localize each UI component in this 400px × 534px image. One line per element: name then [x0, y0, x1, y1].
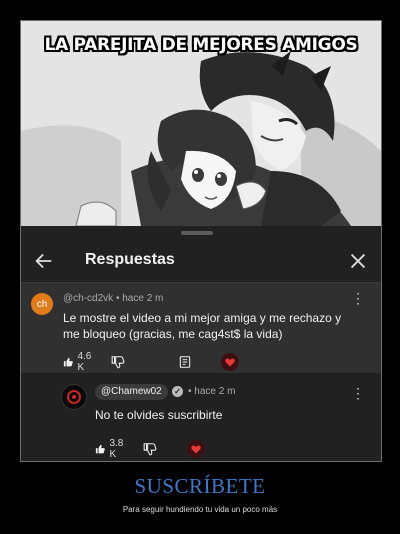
creator-heart — [221, 353, 239, 371]
comment-meta: @ch-cd2vk • hace 2 m — [63, 293, 163, 304]
heart-icon — [225, 358, 235, 367]
panel-header: Respuestas — [21, 238, 381, 282]
avatar[interactable] — [61, 384, 87, 410]
dislike-button[interactable] — [143, 440, 157, 458]
dislike-button[interactable] — [111, 353, 125, 371]
thumb-down-icon — [111, 356, 125, 369]
thumb-up-icon — [95, 444, 105, 454]
creator-avatar — [221, 353, 239, 371]
avatar[interactable]: ch — [31, 293, 53, 315]
comment-time: hace 2 m — [122, 293, 164, 304]
comment-text: No te olvides suscribirte — [95, 408, 223, 422]
meme-image: LA PAREJITA DE MEJORES AMIGOS — [21, 21, 381, 226]
verified-icon: ✓ — [172, 386, 183, 397]
comment-text: Le mostre el video a mi mejor amiga y me… — [63, 311, 342, 341]
author-chip[interactable]: @Chamew02 — [95, 384, 168, 400]
comment-meta: • hace 2 m — [188, 386, 235, 397]
heart-icon — [191, 445, 201, 454]
more-options-icon[interactable]: ⋮ — [351, 386, 365, 400]
drag-handle[interactable] — [181, 231, 213, 235]
replies-panel: Respuestas ch @ch-cd2vk • hace 2 m Le mo… — [21, 226, 381, 461]
comment-time: hace 2 m — [194, 386, 236, 397]
creator-avatar — [187, 440, 205, 458]
caption-title: SUSCRÍBETE — [134, 474, 266, 498]
thumb-down-icon — [143, 443, 157, 456]
comment-item: ch @ch-cd2vk • hace 2 m Le mostre el vid… — [21, 283, 381, 373]
caption-subtitle: Para seguir hundiendo tu vida un poco má… — [122, 505, 278, 514]
comment-icon — [179, 356, 191, 368]
avatar-logo-icon — [67, 390, 81, 404]
post-frame: LA PAREJITA DE MEJORES AMIGOS Respuestas… — [20, 20, 382, 462]
reply-item: @Chamew02 ✓ • hace 2 m No te olvides sus… — [21, 374, 381, 461]
creator-heart — [187, 440, 205, 458]
comment-author[interactable]: @ch-cd2vk — [63, 293, 113, 304]
like-count: 3.8 K — [109, 438, 124, 460]
more-options-icon[interactable]: ⋮ — [351, 291, 365, 305]
like-button[interactable]: 4.6 K — [63, 351, 95, 373]
arrow-left-icon[interactable] — [33, 250, 55, 272]
reply-button[interactable] — [178, 353, 192, 371]
meme-title: LA PAREJITA DE MEJORES AMIGOS — [44, 35, 358, 55]
panel-title: Respuestas — [85, 251, 175, 268]
thumb-up-icon — [63, 357, 73, 367]
like-count: 4.6 K — [77, 351, 92, 373]
like-button[interactable]: 3.8 K — [95, 438, 127, 460]
close-icon[interactable] — [347, 250, 369, 272]
